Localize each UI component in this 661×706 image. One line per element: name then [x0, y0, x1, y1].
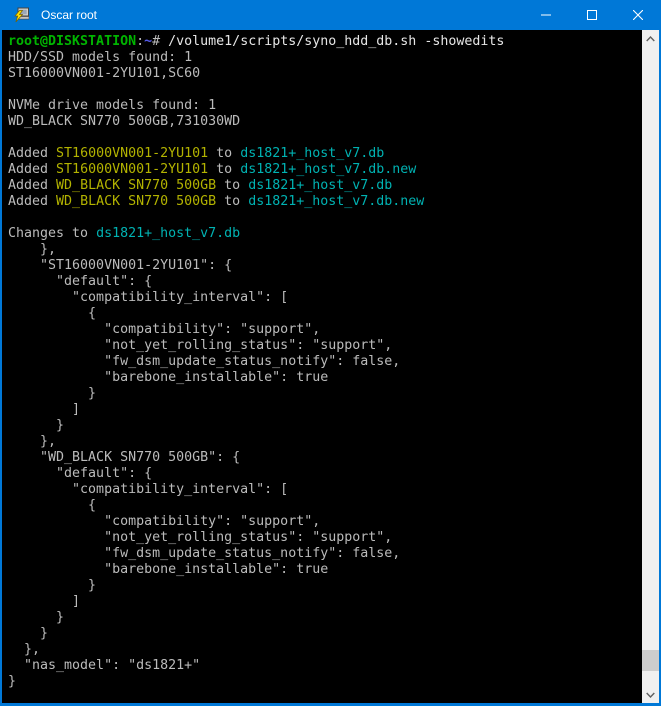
terminal-line: "default": {: [8, 466, 642, 482]
terminal-line: "not_yet_rolling_status": "support",: [8, 530, 642, 546]
titlebar[interactable]: Oscar root: [0, 0, 661, 30]
terminal-line: ]: [8, 402, 642, 418]
terminal-line: "default": {: [8, 274, 642, 290]
terminal-line: "ST16000VN001-2YU101": {: [8, 258, 642, 274]
terminal-line: },: [8, 642, 642, 658]
terminal-line: "compatibility": "support",: [8, 514, 642, 530]
terminal-line: }: [8, 386, 642, 402]
terminal-line: }: [8, 610, 642, 626]
scrollbar-thumb[interactable]: [642, 650, 659, 671]
window-controls: [523, 0, 661, 30]
terminal-output[interactable]: root@DISKSTATION:~# /volume1/scripts/syn…: [2, 30, 642, 703]
terminal-line: ]: [8, 594, 642, 610]
terminal-line: HDD/SSD models found: 1: [8, 50, 642, 66]
terminal-line: },: [8, 434, 642, 450]
putty-app-icon[interactable]: [13, 7, 29, 23]
terminal-line: },: [8, 242, 642, 258]
maximize-button[interactable]: [569, 0, 615, 30]
terminal-line: {: [8, 306, 642, 322]
terminal-line: }: [8, 578, 642, 594]
terminal-line: "compatibility_interval": [: [8, 482, 642, 498]
terminal-line: [8, 130, 642, 146]
terminal-line: "barebone_installable": true: [8, 370, 642, 386]
terminal-line: root@DISKSTATION:~# /volume1/scripts/syn…: [8, 34, 642, 50]
terminal-line: }: [8, 674, 642, 690]
scroll-down-arrow-icon[interactable]: [642, 686, 659, 703]
close-button[interactable]: [615, 0, 661, 30]
terminal-line: }: [8, 626, 642, 642]
terminal-line: Added WD_BLACK SN770 500GB to ds1821+_ho…: [8, 178, 642, 194]
terminal-line: "compatibility": "support",: [8, 322, 642, 338]
terminal-line: "fw_dsm_update_status_notify": false,: [8, 546, 642, 562]
terminal-line: "fw_dsm_update_status_notify": false,: [8, 354, 642, 370]
terminal-line: "compatibility_interval": [: [8, 290, 642, 306]
terminal-line: "not_yet_rolling_status": "support",: [8, 338, 642, 354]
terminal-line: }: [8, 418, 642, 434]
putty-window: Oscar root root@DISKSTATION:~# /volume1/…: [0, 0, 661, 706]
terminal-line: Added ST16000VN001-2YU101 to ds1821+_hos…: [8, 146, 642, 162]
terminal-line: [8, 210, 642, 226]
terminal-line: NVMe drive models found: 1: [8, 98, 642, 114]
terminal-line: Added ST16000VN001-2YU101 to ds1821+_hos…: [8, 162, 642, 178]
window-title: Oscar root: [41, 8, 523, 22]
terminal-line: {: [8, 498, 642, 514]
window-body: root@DISKSTATION:~# /volume1/scripts/syn…: [0, 30, 661, 706]
terminal-line: [8, 82, 642, 98]
terminal-line: Changes to ds1821+_host_v7.db: [8, 226, 642, 242]
vertical-scrollbar[interactable]: [642, 30, 659, 703]
terminal-line: "WD_BLACK SN770 500GB": {: [8, 450, 642, 466]
minimize-button[interactable]: [523, 0, 569, 30]
terminal-line: "nas_model": "ds1821+": [8, 658, 642, 674]
terminal-line: Added WD_BLACK SN770 500GB to ds1821+_ho…: [8, 194, 642, 210]
scroll-up-arrow-icon[interactable]: [642, 30, 659, 47]
terminal-line: ST16000VN001-2YU101,SC60: [8, 66, 642, 82]
terminal-line: WD_BLACK SN770 500GB,731030WD: [8, 114, 642, 130]
terminal-line: "barebone_installable": true: [8, 562, 642, 578]
